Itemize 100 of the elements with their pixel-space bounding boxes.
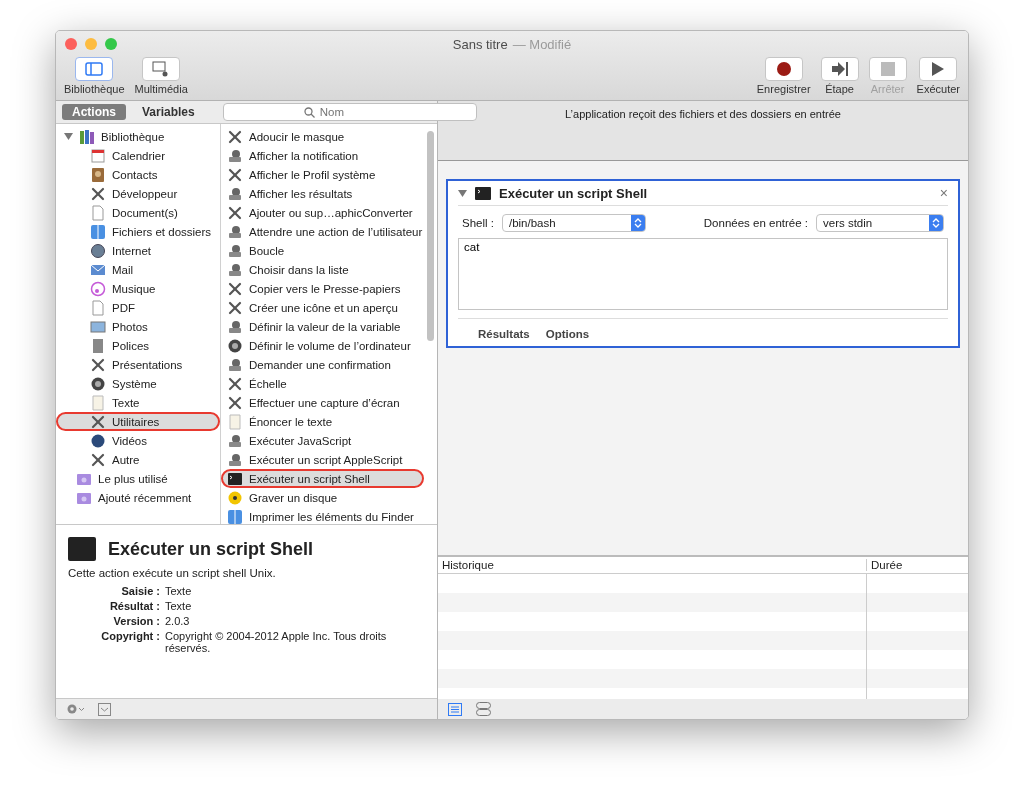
action-description: Cette action exécute un script shell Unix. [68, 567, 277, 579]
field-value: Texte [165, 585, 193, 597]
column-header[interactable]: Historique [438, 559, 866, 571]
library-item[interactable]: Bibliothèque [56, 127, 220, 146]
list-item[interactable]: PDF [56, 298, 220, 317]
shell-label: Shell : [462, 217, 494, 229]
toolbar-button[interactable]: Bibliothèque [62, 57, 127, 100]
record-icon [776, 62, 791, 76]
list-item[interactable]: Document(s) [56, 203, 220, 222]
tools-icon [227, 299, 243, 316]
smart-group-item[interactable]: Le plus utilisé [56, 469, 220, 488]
list-item[interactable]: Polices [56, 336, 220, 355]
list-item[interactable]: Graver un disque [221, 488, 425, 507]
list-item[interactable]: Texte [56, 393, 220, 412]
tools-icon [227, 166, 243, 183]
list-item[interactable]: Afficher la notification [221, 146, 425, 165]
calendar-icon [90, 147, 106, 164]
library-tab[interactable]: Variables [132, 104, 205, 120]
toolbar-button[interactable]: Multimédia [132, 57, 190, 100]
script-editor[interactable]: cat [458, 238, 948, 310]
list-item[interactable]: Vidéos [56, 431, 220, 450]
window-subtitle: — Modifié [512, 36, 572, 52]
list-item[interactable]: Photos [56, 317, 220, 336]
list-item[interactable]: Demander une confirmation [221, 355, 425, 374]
list-item[interactable]: Utilitaires [56, 412, 220, 431]
tools-icon [227, 280, 243, 297]
toolbar-button[interactable]: Enregistrer [754, 57, 813, 100]
list-item[interactable]: Exécuter JavaScript [221, 431, 425, 450]
list-item[interactable]: Développeur [56, 184, 220, 203]
list-view-icon[interactable] [448, 702, 462, 716]
gear-icon[interactable] [66, 703, 86, 715]
doc-icon [90, 204, 106, 221]
search-field[interactable]: Nom [222, 103, 477, 121]
list-item[interactable]: Attendre une action de l’utilisateur [221, 222, 425, 241]
list-item[interactable]: Internet [56, 241, 220, 260]
list-item[interactable]: Calendrier [56, 146, 220, 165]
tools-icon [227, 375, 243, 392]
list-item[interactable]: Afficher les résultats [221, 184, 425, 203]
action-card-title: Exécuter un script Shell [499, 185, 649, 201]
list-item[interactable]: Mail [56, 260, 220, 279]
list-item[interactable]: Exécuter un script AppleScript [221, 450, 425, 469]
stop-icon [880, 62, 895, 76]
contacts-icon [90, 166, 106, 183]
input-dropdown[interactable]: vers stdin [816, 214, 944, 232]
tools-icon [90, 356, 106, 373]
list-item[interactable]: Système [56, 374, 220, 393]
terminal-icon [475, 186, 491, 200]
list-item[interactable]: Boucle [221, 241, 425, 260]
close-button[interactable] [65, 38, 77, 50]
tools-icon [227, 394, 243, 411]
list-item[interactable]: Présentations [56, 355, 220, 374]
terminal-icon [227, 470, 243, 487]
doc-icon [90, 299, 106, 316]
note-icon [90, 394, 106, 411]
toolbar-button[interactable]: Exécuter [914, 57, 962, 100]
split-view-icon[interactable] [476, 702, 491, 716]
tools-icon [90, 413, 106, 430]
zoom-button[interactable] [105, 38, 117, 50]
list-item[interactable]: Choisir dans la liste [221, 260, 425, 279]
music-icon [90, 280, 106, 297]
field-label: Saisie : [120, 585, 160, 597]
workflow-input-note: L’application reçoit des fichiers et des dossiers en entrée [565, 108, 841, 122]
list-item[interactable]: Adoucir le masque [221, 127, 425, 146]
list-item[interactable]: Ajouter ou sup…aphicConverter [221, 203, 425, 222]
finder-icon [227, 508, 243, 524]
list-item[interactable]: Musique [56, 279, 220, 298]
library-tab[interactable]: Actions [62, 104, 126, 120]
list-item[interactable]: Imprimer les éléments du Finder [221, 507, 425, 524]
gear-icon [90, 375, 106, 392]
list-item[interactable]: Échelle [221, 374, 425, 393]
disclosure-icon[interactable] [64, 132, 73, 141]
updown-arrows-icon [630, 215, 645, 231]
smart-group-item[interactable]: Ajouté récemment [56, 488, 220, 507]
step-icon [831, 62, 848, 76]
list-item[interactable]: Copier vers le Presse-papiers [221, 279, 425, 298]
photo-icon [90, 318, 106, 335]
list-item[interactable]: Effectuer une capture d’écran [221, 393, 425, 412]
card-tab[interactable]: Résultats [478, 328, 530, 340]
scrollbar-thumb[interactable] [427, 131, 434, 341]
disclosure-icon[interactable] [458, 188, 467, 198]
list-item[interactable]: Contacts [56, 165, 220, 184]
list-item[interactable]: Fichiers et dossiers [56, 222, 220, 241]
action-title: Exécuter un script Shell [108, 538, 314, 560]
list-item[interactable]: Créer une icône et un aperçu [221, 298, 425, 317]
list-item[interactable]: Énoncer le texte [221, 412, 425, 431]
tools-icon [227, 204, 243, 221]
list-item[interactable]: Définir la valeur de la variable [221, 317, 425, 336]
collapse-icon[interactable] [98, 702, 111, 716]
close-button[interactable]: × [939, 185, 948, 201]
books-icon [79, 128, 95, 145]
tools-icon [90, 185, 106, 202]
list-item[interactable]: Autre [56, 450, 220, 469]
list-item[interactable]: Exécuter un script Shell [221, 469, 425, 488]
tools-icon [90, 451, 106, 468]
list-item[interactable]: Afficher le Profil système [221, 165, 425, 184]
column-header[interactable]: Durée [866, 559, 968, 571]
list-item[interactable]: Définir le volume de l’ordinateur [221, 336, 425, 355]
card-tab[interactable]: Options [545, 328, 590, 340]
search-icon [303, 107, 315, 118]
shell-dropdown[interactable]: /bin/bash [501, 214, 646, 232]
